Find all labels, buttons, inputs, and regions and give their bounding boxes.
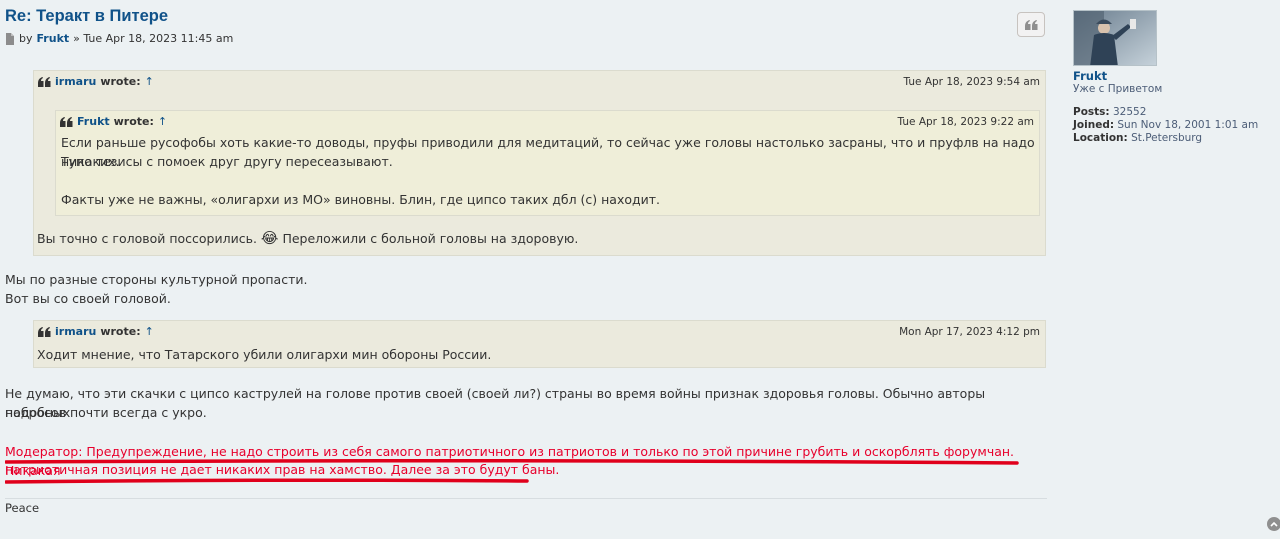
quote-icon <box>60 116 73 127</box>
red-underline-annotation <box>5 458 1019 484</box>
reply-text-line: набросов почти всегда с укро. <box>5 405 207 420</box>
signature-divider <box>5 498 1047 499</box>
quote-irmaru-2: irmaru wrote: ↑ Mon Apr 17, 2023 4:12 pm… <box>33 320 1046 368</box>
quote-wrote-label: wrote: <box>100 75 141 88</box>
quote-icon <box>38 326 51 337</box>
signature: Peace <box>5 501 40 515</box>
profile-posts-value[interactable]: 32552 <box>1113 106 1146 118</box>
quote-wrote-label: wrote: <box>113 115 154 128</box>
post-profile: Frukt Уже с Приветом Posts: 32552 Joined… <box>1073 10 1273 144</box>
quote-author-link[interactable]: irmaru <box>55 75 96 88</box>
avatar[interactable] <box>1073 10 1157 66</box>
quote-irmaru-1: irmaru wrote: ↑ Tue Apr 18, 2023 9:54 am… <box>33 70 1046 256</box>
quote-icon <box>38 76 51 87</box>
profile-username-link[interactable]: Frukt <box>1073 69 1107 83</box>
quote-cite: irmaru wrote: ↑ <box>38 75 154 88</box>
post-title[interactable]: Re: Теракт в Питере <box>5 7 168 26</box>
quote-button[interactable] <box>1017 12 1045 37</box>
post-meta: by Frukt » Tue Apr 18, 2023 11:45 am <box>5 32 233 45</box>
quote-date: Tue Apr 18, 2023 9:54 am <box>903 76 1040 88</box>
quote-author-link[interactable]: Frukt <box>77 115 110 128</box>
post-author-link[interactable]: Frukt <box>37 32 70 45</box>
profile-rank: Уже с Приветом <box>1073 83 1163 95</box>
quote-date: Mon Apr 17, 2023 4:12 pm <box>899 326 1040 338</box>
jump-to-post-arrow[interactable]: ↑ <box>145 75 154 88</box>
quote-icon <box>1024 19 1037 30</box>
quote-text-part: Вы точно с головой поссорились. <box>37 231 257 246</box>
quote-wrote-label: wrote: <box>100 325 141 338</box>
jump-to-post-arrow[interactable]: ↑ <box>145 325 154 338</box>
reply-text-line: Вот вы со своей головой. <box>5 291 171 306</box>
quote-text-part: Переложили с больной головы на здоровую. <box>282 231 579 246</box>
profile-posts-label: Posts: <box>1073 106 1110 118</box>
quote-text-line: Факты уже не важны, «олигархи из МО» вин… <box>61 192 661 207</box>
quote-author-link[interactable]: irmaru <box>55 325 96 338</box>
chevron-up-icon <box>1270 521 1278 527</box>
profile-location: Location: St.Petersburg <box>1073 132 1202 144</box>
quote-text-line: Ходит мнение, что Татарского убили олига… <box>37 347 492 362</box>
profile-joined-value: Sun Nov 18, 2001 1:01 am <box>1117 119 1259 131</box>
reply-text-line: Мы по разные стороны культурной пропасти… <box>5 272 308 287</box>
post: Re: Теракт в Питере by Frukt » Tue Apr 1… <box>5 0 1047 539</box>
back-to-top-button[interactable] <box>1267 517 1280 531</box>
post-date: » Tue Apr 18, 2023 11:45 am <box>73 32 234 45</box>
jump-to-post-arrow[interactable]: ↑ <box>158 115 167 128</box>
profile-location-label: Location: <box>1073 132 1128 144</box>
profile-posts: Posts: 32552 <box>1073 106 1146 118</box>
quote-frukt-nested: Frukt wrote: ↑ Tue Apr 18, 2023 9:22 am … <box>55 110 1040 216</box>
profile-joined: Joined: Sun Nov 18, 2001 1:01 am <box>1073 119 1258 131</box>
meta-by: by <box>19 32 33 45</box>
file-icon[interactable] <box>5 32 15 45</box>
quote-cite: Frukt wrote: ↑ <box>60 115 167 128</box>
quote-date: Tue Apr 18, 2023 9:22 am <box>897 116 1034 128</box>
quote-cite: irmaru wrote: ↑ <box>38 325 154 338</box>
profile-location-value: St.Petersburg <box>1131 132 1203 144</box>
profile-joined-label: Joined: <box>1073 119 1115 131</box>
quote-text-line: Тупо тезисы с помоек друг другу пересеаз… <box>61 154 393 169</box>
laughing-emoji-icon: 😂 <box>260 229 279 247</box>
quote-text: Вы точно с головой поссорились. 😂 Перело… <box>37 229 578 248</box>
